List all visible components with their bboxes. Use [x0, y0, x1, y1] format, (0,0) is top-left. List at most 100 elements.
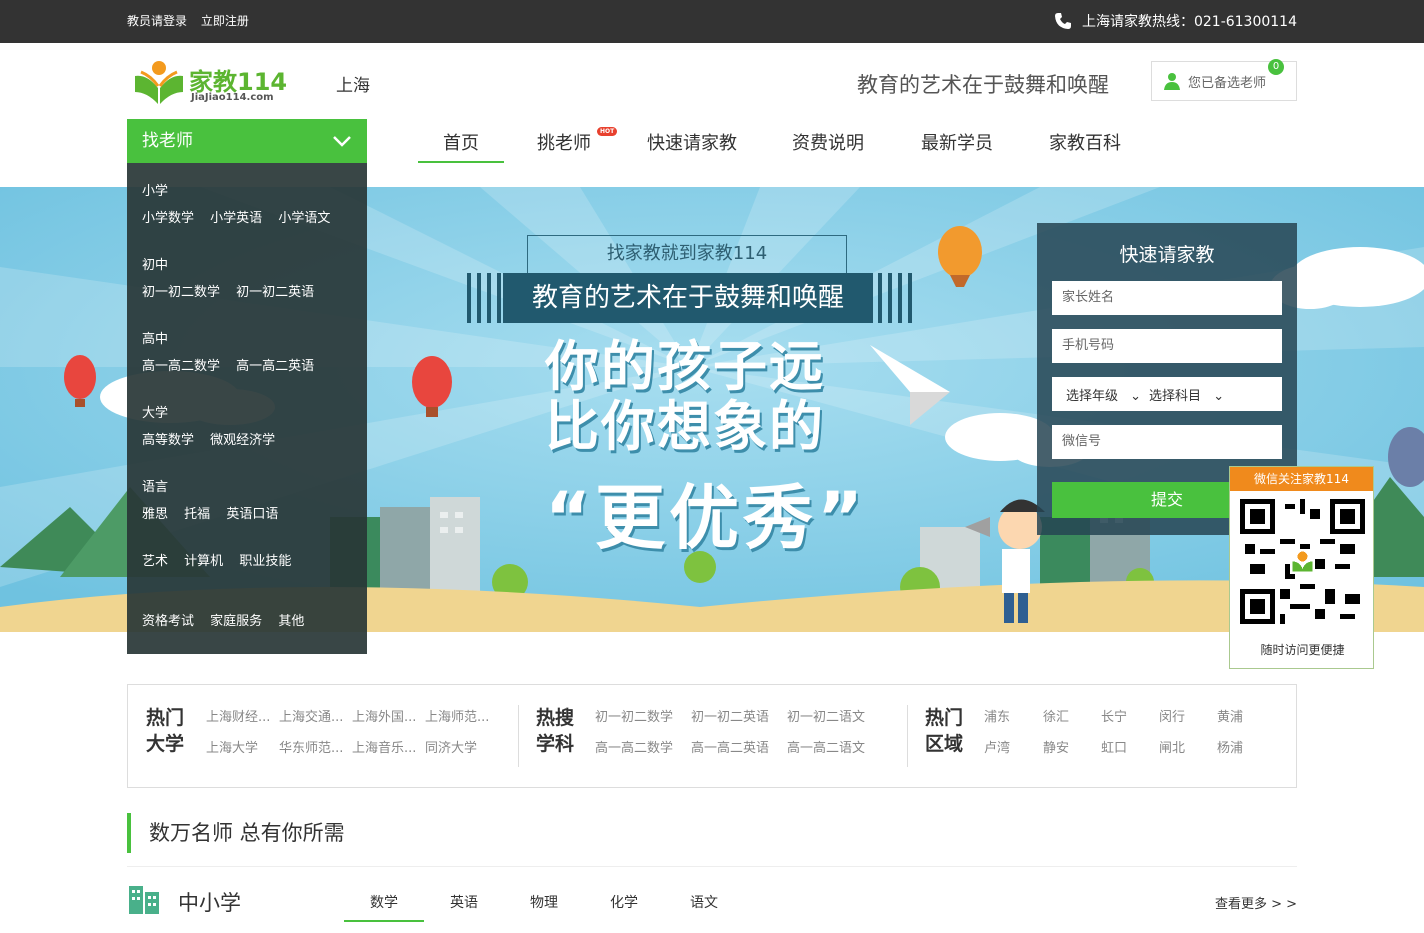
category-university: 大学 高等数学 微观经济学 — [142, 402, 287, 448]
wechat-qr-panel: 微信关注家教114 随时访问更便捷 — [1229, 466, 1374, 669]
category-item[interactable]: 艺术 — [142, 554, 168, 569]
university-link[interactable]: 上海财经... — [206, 706, 270, 725]
tab-english[interactable]: 英语 — [424, 892, 504, 912]
category-item[interactable]: 小学数学 — [142, 211, 194, 226]
university-link[interactable]: 上海师范... — [425, 706, 489, 725]
tab-chemistry[interactable]: 化学 — [584, 892, 664, 912]
subject-link[interactable]: 初一初二英语 — [691, 706, 769, 725]
nav-new-students[interactable]: 最新学员 — [921, 129, 993, 163]
hot-universities-label: 热门大学 — [146, 707, 185, 755]
category-item[interactable]: 初一初二数学 — [142, 285, 220, 300]
category-item[interactable]: 高一高二英语 — [236, 359, 314, 374]
hot-badge: HOT — [597, 127, 618, 136]
hot-subjects-label: 热搜学科 — [536, 707, 575, 755]
university-link[interactable]: 上海交通... — [279, 706, 343, 725]
tab-physics[interactable]: 物理 — [504, 892, 584, 912]
primary-middle-title: 中小学 — [178, 891, 241, 915]
grade-subject-selects: 选择年级 ⌄ 选择科目 ⌄ — [1052, 377, 1282, 411]
category-item[interactable]: 高等数学 — [142, 433, 194, 448]
category-item[interactable]: 小学英语 — [210, 211, 262, 226]
view-more-link[interactable]: 查看更多 > > — [1215, 893, 1297, 912]
category-title[interactable]: 高中 — [142, 328, 326, 347]
selected-teachers-button[interactable]: 您已备选老师 0 — [1151, 59, 1297, 101]
district-link[interactable]: 虹口 — [1101, 737, 1127, 756]
wechat-input[interactable]: 微信号 — [1052, 425, 1282, 459]
district-link[interactable]: 徐汇 — [1043, 706, 1069, 725]
district-link[interactable]: 闵行 — [1159, 706, 1185, 725]
hotline: 上海请家教热线：021-61300114 — [1054, 11, 1297, 31]
find-teacher-dropdown[interactable]: 找老师 — [127, 119, 367, 163]
category-item[interactable]: 高一高二数学 — [142, 359, 220, 374]
category-language: 语言 雅思 托福 英语口语 — [142, 476, 290, 522]
category-primary: 小学 小学数学 小学英语 小学语文 — [142, 180, 342, 226]
district-link[interactable]: 浦东 — [984, 706, 1010, 725]
university-link[interactable]: 上海音乐... — [352, 737, 416, 756]
category-item[interactable]: 计算机 — [184, 554, 223, 569]
quick-form-title: 快速请家教 — [1119, 244, 1215, 266]
subject-link[interactable]: 高一高二英语 — [691, 737, 769, 756]
university-link[interactable]: 华东师范... — [279, 737, 343, 756]
site-logo[interactable]: 家教114 JiaJiao114.com — [131, 58, 291, 108]
category-item[interactable]: 初一初二英语 — [236, 285, 314, 300]
category-junior: 初中 初一初二数学 初一初二英语 — [142, 254, 326, 300]
category-item[interactable]: 英语口语 — [226, 507, 278, 522]
category-title[interactable]: 小学 — [142, 180, 342, 199]
university-link[interactable]: 上海外国... — [352, 706, 416, 725]
nav-pick-teacher[interactable]: 挑老师 — [537, 129, 591, 163]
tab-chinese[interactable]: 语文 — [664, 892, 744, 912]
hotline-text: 上海请家教热线：021-61300114 — [1081, 14, 1297, 30]
logo-book-icon — [135, 61, 183, 104]
building-icon — [129, 886, 159, 914]
university-link[interactable]: 同济大学 — [425, 737, 477, 756]
divider — [907, 705, 908, 767]
teacher-login-link[interactable]: 教员请登录 — [127, 14, 187, 28]
category-item[interactable]: 职业技能 — [239, 554, 291, 569]
university-link[interactable]: 上海大学 — [206, 737, 258, 756]
district-link[interactable]: 卢湾 — [984, 737, 1010, 756]
selected-teachers-label: 您已备选老师 — [1188, 75, 1267, 91]
category-title[interactable]: 大学 — [142, 402, 287, 421]
nav-quick-request[interactable]: 快速请家教 — [647, 129, 737, 163]
category-item[interactable]: 雅思 — [142, 507, 168, 522]
banner-line-2: 比你想象的 — [545, 395, 825, 458]
category-title[interactable]: 语言 — [142, 476, 290, 495]
banner-line-3: “更优秀” — [545, 477, 868, 559]
category-item[interactable]: 家庭服务 — [210, 614, 262, 629]
banner-title: 教育的艺术在于鼓舞和唤醒 — [503, 273, 873, 323]
category-item[interactable]: 微观经济学 — [210, 433, 275, 448]
nav-pricing[interactable]: 资费说明 — [792, 129, 864, 163]
category-item[interactable]: 资格考试 — [142, 614, 194, 629]
phone-input[interactable]: 手机号码 — [1052, 329, 1282, 363]
banner-stripes-right — [878, 273, 912, 323]
parent-name-input[interactable]: 家长姓名 — [1052, 281, 1282, 315]
subject-link[interactable]: 高一高二语文 — [787, 737, 865, 756]
phone-icon — [1054, 13, 1071, 29]
district-link[interactable]: 静安 — [1043, 737, 1069, 756]
district-link[interactable]: 闸北 — [1159, 737, 1185, 756]
grade-select[interactable]: 选择年级 ⌄ — [1066, 385, 1141, 404]
category-panel: 小学 小学数学 小学英语 小学语文 初中 初一初二数学 初一初二英语 高中 高一… — [127, 163, 367, 654]
register-link[interactable]: 立即注册 — [201, 14, 249, 28]
section-title: 数万名师 总有你所需 — [127, 813, 345, 853]
district-link[interactable]: 黄浦 — [1217, 706, 1243, 725]
banner-headline: 找家教就到家教114 — [527, 235, 847, 273]
tab-math[interactable]: 数学 — [344, 892, 424, 922]
nav-home[interactable]: 首页 — [418, 129, 504, 163]
header-slogan: 教育的艺术在于鼓舞和唤醒 — [857, 73, 1109, 97]
category-title[interactable]: 初中 — [142, 254, 326, 273]
logo-domain: JiaJiao114.com — [191, 92, 274, 103]
nav-encyclopedia[interactable]: 家教百科 — [1049, 129, 1121, 163]
qr-title: 微信关注家教114 — [1230, 467, 1373, 491]
subject-link[interactable]: 初一初二语文 — [787, 706, 865, 725]
district-link[interactable]: 长宁 — [1101, 706, 1127, 725]
category-item[interactable]: 托福 — [184, 507, 210, 522]
city-selector[interactable]: 上海 — [336, 71, 370, 96]
subject-link[interactable]: 初一初二数学 — [595, 706, 673, 725]
category-item[interactable]: 其他 — [278, 614, 304, 629]
district-link[interactable]: 杨浦 — [1217, 737, 1243, 756]
qr-code-icon — [1240, 499, 1365, 624]
subject-link[interactable]: 高一高二数学 — [595, 737, 673, 756]
subject-select[interactable]: 选择科目 ⌄ — [1149, 385, 1224, 404]
category-item[interactable]: 小学语文 — [278, 211, 330, 226]
subject-select-label: 选择科目 — [1149, 388, 1202, 404]
